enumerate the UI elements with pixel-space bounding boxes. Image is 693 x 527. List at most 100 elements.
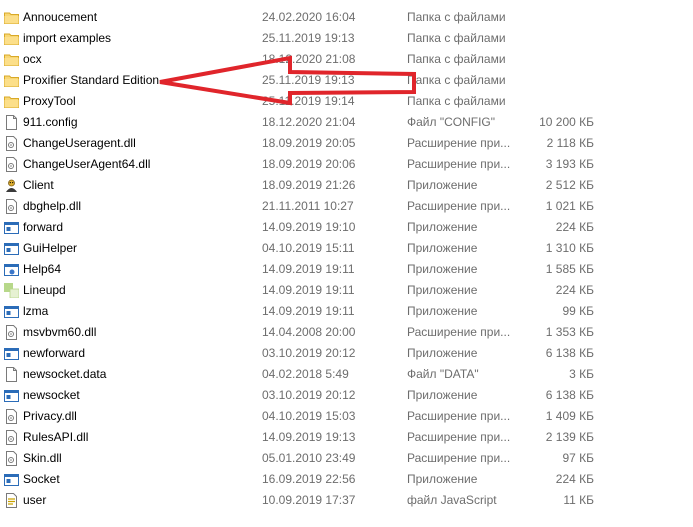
file-icon (4, 367, 19, 382)
file-size: 1 409 КБ (545, 409, 594, 423)
dll-file-icon (4, 451, 19, 466)
file-type: Приложение (407, 220, 478, 234)
file-size: 2 118 КБ (546, 136, 594, 150)
file-name: Socket (23, 472, 60, 486)
file-row[interactable]: ChangeUseragent.dll 18.09.2019 20:05 Расши… (0, 133, 693, 154)
file-type: Приложение (407, 241, 478, 255)
file-name: import examples (23, 31, 112, 45)
file-date-modified: 25.11.2019 19:13 (262, 31, 355, 45)
help-app-icon (4, 262, 19, 277)
file-type: Папка с файлами (407, 10, 506, 24)
file-row[interactable]: Help64 14.09.2019 19:11 Приложение 1 585 КБ (0, 259, 693, 280)
file-row[interactable]: Client 18.09.2019 21:26 Приложение 2 512 КБ (0, 175, 693, 196)
file-date-modified: 04.10.2019 15:03 (262, 409, 356, 423)
dll-file-icon (4, 136, 19, 151)
folder-icon (4, 52, 19, 67)
file-type: Приложение (407, 283, 478, 297)
file-type: Приложение (407, 346, 478, 360)
file-date-modified: 18.12.2020 21:04 (262, 115, 356, 129)
file-row[interactable]: Lineupd 14.09.2019 19:11 Приложение 224 КБ (0, 280, 693, 301)
file-date-modified: 14.09.2019 19:11 (262, 262, 355, 276)
file-row[interactable]: Socket 16.09.2019 22:56 Приложение 224 КБ (0, 469, 693, 490)
folder-icon (4, 10, 19, 25)
file-name: newsocket (23, 388, 80, 402)
file-row[interactable]: Proxifier Standard Edition 25.11.2019 19:… (0, 70, 693, 91)
file-type: Папка с файлами (407, 94, 506, 108)
file-type: Приложение (407, 304, 478, 318)
file-size: 224 КБ (555, 220, 594, 234)
dll-file-icon (4, 199, 19, 214)
file-row[interactable]: Privacy.dll 04.10.2019 15:03 Расширение пр… (0, 406, 693, 427)
file-size: 10 200 КБ (539, 115, 594, 129)
file-size: 97 КБ (562, 451, 594, 465)
file-type: Приложение (407, 472, 478, 486)
file-row[interactable]: import examples 25.11.2019 19:13 Папка с ф… (0, 28, 693, 49)
dll-file-icon (4, 325, 19, 340)
file-type: Приложение (407, 388, 478, 402)
file-type: Приложение (407, 262, 478, 276)
file-name: Skin.dll (23, 451, 62, 465)
folder-icon (4, 94, 19, 109)
app-window-icon (4, 346, 19, 361)
file-name: ChangeUserAgent64.dll (23, 157, 151, 171)
file-row[interactable]: newsocket 03.10.2019 20:12 Приложение 6 138… (0, 385, 693, 406)
file-name: RulesAPI.dll (23, 430, 89, 444)
file-name: Client (23, 178, 54, 192)
file-row[interactable]: Skin.dll 05.01.2010 23:49 Расширение при..… (0, 448, 693, 469)
file-row[interactable]: RulesAPI.dll 14.09.2019 19:13 Расширение п… (0, 427, 693, 448)
file-row[interactable]: newforward 03.10.2019 20:12 Приложение 6 13… (0, 343, 693, 364)
file-row[interactable]: forward 14.09.2019 19:10 Приложение 224 КБ (0, 217, 693, 238)
file-name: msvbvm60.dll (23, 325, 97, 339)
file-date-modified: 16.09.2019 22:56 (262, 472, 356, 486)
file-type: Расширение при... (407, 136, 511, 150)
app-window-icon (4, 241, 19, 256)
folder-icon (4, 73, 19, 88)
file-name: ChangeUseragent.dll (23, 136, 136, 150)
app-window-icon (4, 304, 19, 319)
file-date-modified: 25.11.2019 19:14 (262, 94, 355, 108)
file-row[interactable]: ProxyTool 25.11.2019 19:14 Папка с файлами (0, 91, 693, 112)
file-date-modified: 14.09.2019 19:10 (262, 220, 356, 234)
file-size: 2 139 КБ (545, 430, 594, 444)
dll-file-icon (4, 157, 19, 172)
file-date-modified: 21.11.2011 10:27 (262, 199, 354, 213)
app-window-icon (4, 472, 19, 487)
file-type: Расширение при... (407, 157, 511, 171)
file-row[interactable]: user 10.09.2019 17:37 файл JavaScript 11 КБ (0, 490, 693, 511)
app-window-icon (4, 220, 19, 235)
file-row[interactable]: lzma 14.09.2019 19:11 Приложение 99 КБ (0, 301, 693, 322)
dll-file-icon (4, 409, 19, 424)
file-type: Папка с файлами (407, 52, 506, 66)
file-name: GuiHelper (23, 241, 78, 255)
file-row[interactable]: GuiHelper 04.10.2019 15:11 Приложение 1 310… (0, 238, 693, 259)
file-name: Annoucement (23, 10, 98, 24)
file-row[interactable]: newsocket.data 04.02.2018 5:49 Файл "DATA"… (0, 364, 693, 385)
file-date-modified: 03.10.2019 20:12 (262, 346, 356, 360)
file-type: Расширение при... (407, 430, 511, 444)
file-date-modified: 04.02.2018 5:49 (262, 367, 349, 381)
file-row[interactable]: 911.config 18.12.2020 21:04 Файл "CONFIG" 1… (0, 112, 693, 133)
file-name: Help64 (23, 262, 62, 276)
file-type: Приложение (407, 178, 478, 192)
file-row[interactable]: msvbvm60.dll 14.04.2008 20:00 Расширение п… (0, 322, 693, 343)
file-size: 6 138 КБ (545, 346, 594, 360)
file-type: Расширение при... (407, 451, 511, 465)
file-type: Расширение при... (407, 409, 511, 423)
file-date-modified: 14.09.2019 19:11 (262, 283, 355, 297)
file-date-modified: 14.09.2019 19:13 (262, 430, 356, 444)
file-date-modified: 04.10.2019 15:11 (262, 241, 355, 255)
file-size: 1 353 КБ (545, 325, 594, 339)
file-row[interactable]: ChangeUserAgent64.dll 18.09.2019 20:06 Рас… (0, 154, 693, 175)
file-row[interactable]: Annoucement 24.02.2020 16:04 Папка с файла… (0, 7, 693, 28)
file-row[interactable]: ocx 18.12.2020 21:08 Папка с файлами (0, 49, 693, 70)
file-type: Файл "CONFIG" (407, 115, 496, 129)
client-app-icon (4, 178, 19, 193)
file-size: 1 310 КБ (545, 241, 594, 255)
file-size: 3 КБ (569, 367, 594, 381)
file-name: lzma (23, 304, 49, 318)
file-name: ocx (23, 52, 42, 66)
file-date-modified: 14.09.2019 19:11 (262, 304, 355, 318)
file-size: 224 КБ (555, 283, 594, 297)
file-row[interactable]: dbghelp.dll 21.11.2011 10:27 Расширение пр… (0, 196, 693, 217)
file-type: Расширение при... (407, 199, 511, 213)
